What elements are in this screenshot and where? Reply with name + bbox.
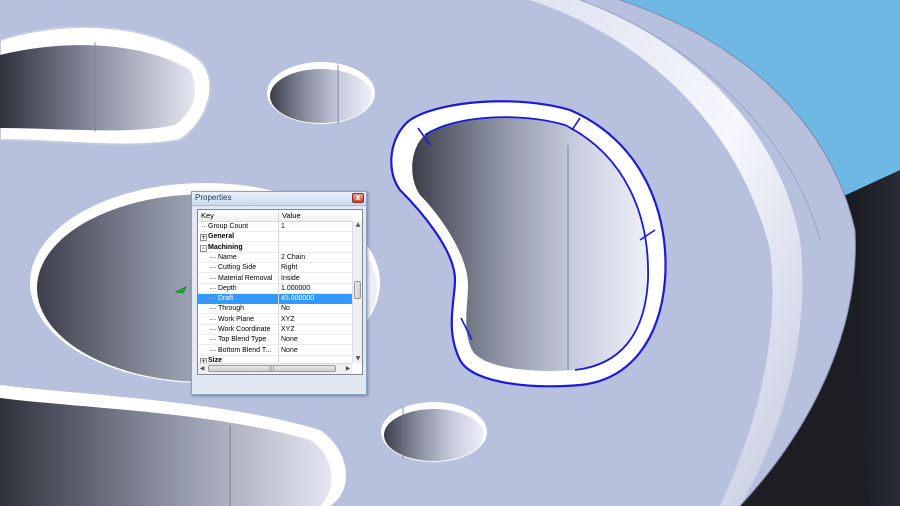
property-key: Cutting Side <box>198 263 279 274</box>
property-row[interactable]: Through No <box>198 304 352 315</box>
horizontal-scrollbar[interactable]: ◀ ||| ▶ <box>198 363 352 374</box>
property-row[interactable]: Depth 1.000000 <box>198 283 352 294</box>
property-key-label: Work Plane <box>218 315 255 323</box>
scroll-left-icon[interactable]: ◀ <box>198 364 206 373</box>
property-value[interactable] <box>279 243 352 253</box>
property-key-label: General <box>208 233 235 241</box>
scroll-right-icon[interactable]: ▶ <box>344 364 352 373</box>
collapse-icon[interactable]: - <box>200 244 207 252</box>
property-key-label: Work Coordinate <box>218 326 271 333</box>
property-key: Name <box>198 252 279 263</box>
property-value[interactable]: None <box>279 346 352 356</box>
property-row[interactable]: Work Coordinate XYZ <box>198 325 352 335</box>
property-key: Depth <box>198 283 279 294</box>
property-key-label: Group Count <box>208 223 249 230</box>
property-row[interactable]: Group Count 1 <box>198 222 352 232</box>
property-value[interactable] <box>279 232 352 242</box>
scroll-up-icon[interactable]: ▲ <box>354 221 362 229</box>
property-value[interactable]: Right <box>279 263 352 273</box>
property-key-label: Cutting Side <box>218 264 257 272</box>
property-row[interactable]: Top Blend Type None <box>198 335 352 346</box>
property-key-label: Through <box>218 305 245 313</box>
property-row[interactable]: Name 2 Chain <box>198 252 352 263</box>
property-row[interactable]: Work Plane XYZ <box>198 314 352 325</box>
property-key: Work Plane <box>198 314 279 325</box>
property-value[interactable]: None <box>279 335 352 345</box>
property-key: + General <box>198 232 279 243</box>
property-group-row[interactable]: + General <box>198 232 352 243</box>
column-header-key[interactable]: Key <box>198 210 279 221</box>
property-key: Top Blend Type <box>198 335 279 346</box>
cad-3d-viewport[interactable] <box>0 0 900 506</box>
property-group-row[interactable]: - Machining <box>198 242 352 253</box>
properties-title-bar[interactable]: Properties x <box>192 192 366 206</box>
close-button[interactable]: x <box>352 193 364 203</box>
vertical-scrollbar[interactable]: ▲ ▼ <box>352 221 362 363</box>
property-value[interactable]: 45.000000 <box>279 294 352 305</box>
property-value[interactable]: Inside <box>279 274 352 284</box>
horizontal-scroll-thumb[interactable]: ||| <box>208 365 336 372</box>
property-key-label: Top Blend Type <box>218 336 267 344</box>
vertical-scroll-thumb[interactable] <box>354 281 361 299</box>
expand-icon[interactable]: + <box>200 234 207 242</box>
property-value[interactable]: 1 <box>279 222 352 232</box>
close-icon: x <box>355 193 361 202</box>
column-header-value[interactable]: Value <box>279 210 352 221</box>
grid-header: Key Value <box>198 210 352 222</box>
property-key: Work Coordinate <box>198 325 279 335</box>
property-key-label: Draft <box>218 295 234 303</box>
property-value[interactable]: 1.000000 <box>279 284 352 294</box>
property-value[interactable]: XYZ <box>279 315 352 325</box>
property-value[interactable]: XYZ <box>279 325 352 335</box>
property-value[interactable]: 2 Chain <box>279 253 352 263</box>
property-row[interactable]: Material Removal Inside <box>198 273 352 284</box>
properties-window[interactable]: Properties x Key Value Group Count 1 + Gene… <box>191 191 367 395</box>
property-key: Bottom Blend T... <box>198 345 279 356</box>
property-grid[interactable]: Key Value Group Count 1 + General - Machining… <box>197 209 363 375</box>
property-key-label: Bottom Blend T... <box>218 346 272 354</box>
property-row[interactable]: Bottom Blend T... None <box>198 345 352 356</box>
property-value[interactable]: No <box>279 304 352 314</box>
property-key: - Machining <box>198 242 279 253</box>
property-key-label: Machining <box>208 243 243 251</box>
properties-title: Properties <box>195 193 232 202</box>
property-key-label: Material Removal <box>218 274 273 282</box>
property-key: Group Count <box>198 222 279 232</box>
property-key: Draft <box>198 294 279 305</box>
property-row[interactable]: Draft 45.000000 <box>198 294 352 305</box>
property-key: Through <box>198 304 279 315</box>
scroll-down-icon[interactable]: ▼ <box>354 355 362 363</box>
property-row[interactable]: Cutting Side Right <box>198 263 352 274</box>
property-key-label: Name <box>218 253 237 261</box>
property-key-label: Depth <box>218 284 237 292</box>
property-key: Material Removal <box>198 273 279 284</box>
